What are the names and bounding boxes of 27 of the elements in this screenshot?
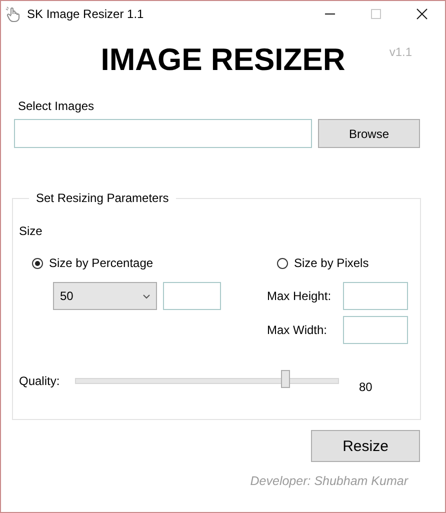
radio-button[interactable] [277, 258, 288, 268]
developer-credit: Developer: Shubham Kumar [250, 474, 408, 488]
radio-label: Size by Pixels [294, 256, 369, 270]
caret-icon [143, 294, 150, 298]
window-title: SK Image Resizer 1.1 [27, 7, 145, 21]
field-label: Max Width: [267, 323, 328, 337]
number-field[interactable] [343, 316, 408, 344]
resize-button[interactable]: Resize [311, 430, 420, 462]
version-label: v1.1 [389, 45, 412, 61]
browse-button[interactable]: Browse [318, 119, 420, 148]
field-label: Max Height: [267, 289, 332, 303]
app-heading: IMAGE RESIZER [100, 42, 346, 78]
slider-thumb[interactable] [280, 370, 290, 388]
field-label: Quality: [19, 374, 61, 388]
section-label: Size [19, 224, 44, 238]
file-path-field[interactable] [14, 119, 312, 148]
slider-value: 80 [359, 380, 372, 394]
percentage-field[interactable] [163, 282, 221, 310]
radio-button[interactable] [32, 258, 43, 268]
group-title: Set Resizing Parameters [29, 191, 176, 205]
percentage-dropdown[interactable]: 50 [53, 282, 157, 310]
hand-icon [5, 6, 21, 22]
maximize-icon [370, 8, 382, 20]
close-icon [416, 8, 428, 20]
number-field[interactable] [343, 282, 408, 310]
radio-label: Size by Percentage [49, 256, 154, 270]
field-label: Select Images [18, 99, 94, 113]
